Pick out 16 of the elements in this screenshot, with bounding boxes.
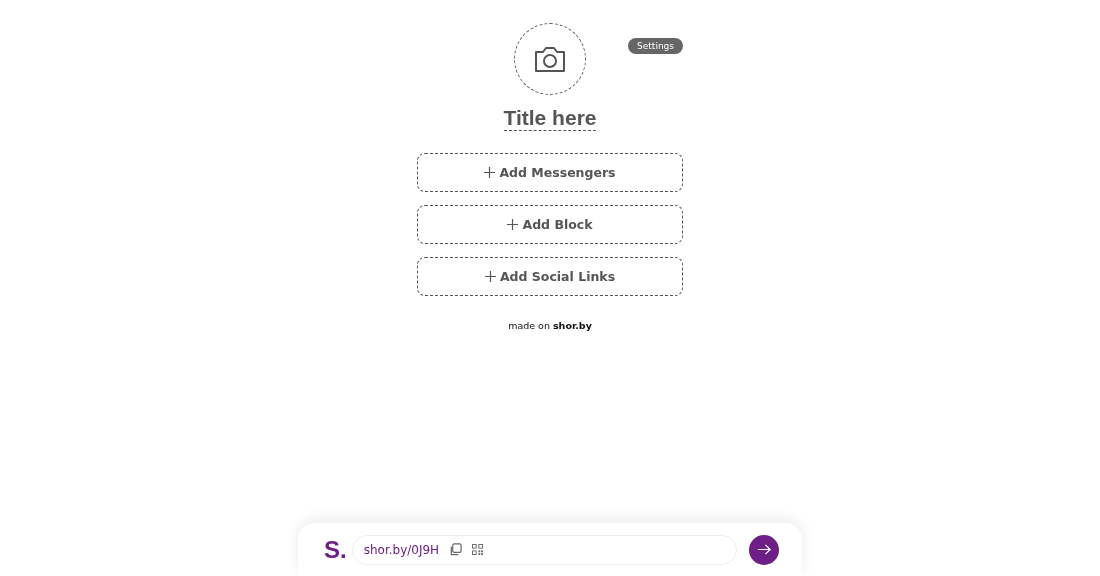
- made-on-text: made on shor.by: [508, 320, 592, 331]
- go-button[interactable]: [749, 534, 779, 565]
- copy-icon[interactable]: [449, 543, 463, 556]
- plus-icon: [484, 271, 496, 282]
- arrow-right-icon: [756, 542, 772, 557]
- add-button[interactable]: Add Block: [417, 205, 683, 244]
- camera-icon: [534, 45, 566, 73]
- settings-button[interactable]: Settings: [628, 38, 683, 54]
- add-button[interactable]: Add Social Links: [417, 257, 683, 296]
- plus-icon: [507, 219, 519, 230]
- qr-code-icon[interactable]: [472, 544, 484, 555]
- page-title[interactable]: Title here: [503, 106, 597, 131]
- logo: S.: [324, 535, 347, 564]
- short-link[interactable]: shor.by/0J9H: [363, 542, 440, 557]
- plus-icon: [484, 167, 496, 178]
- add-button[interactable]: Add Messengers: [417, 153, 683, 192]
